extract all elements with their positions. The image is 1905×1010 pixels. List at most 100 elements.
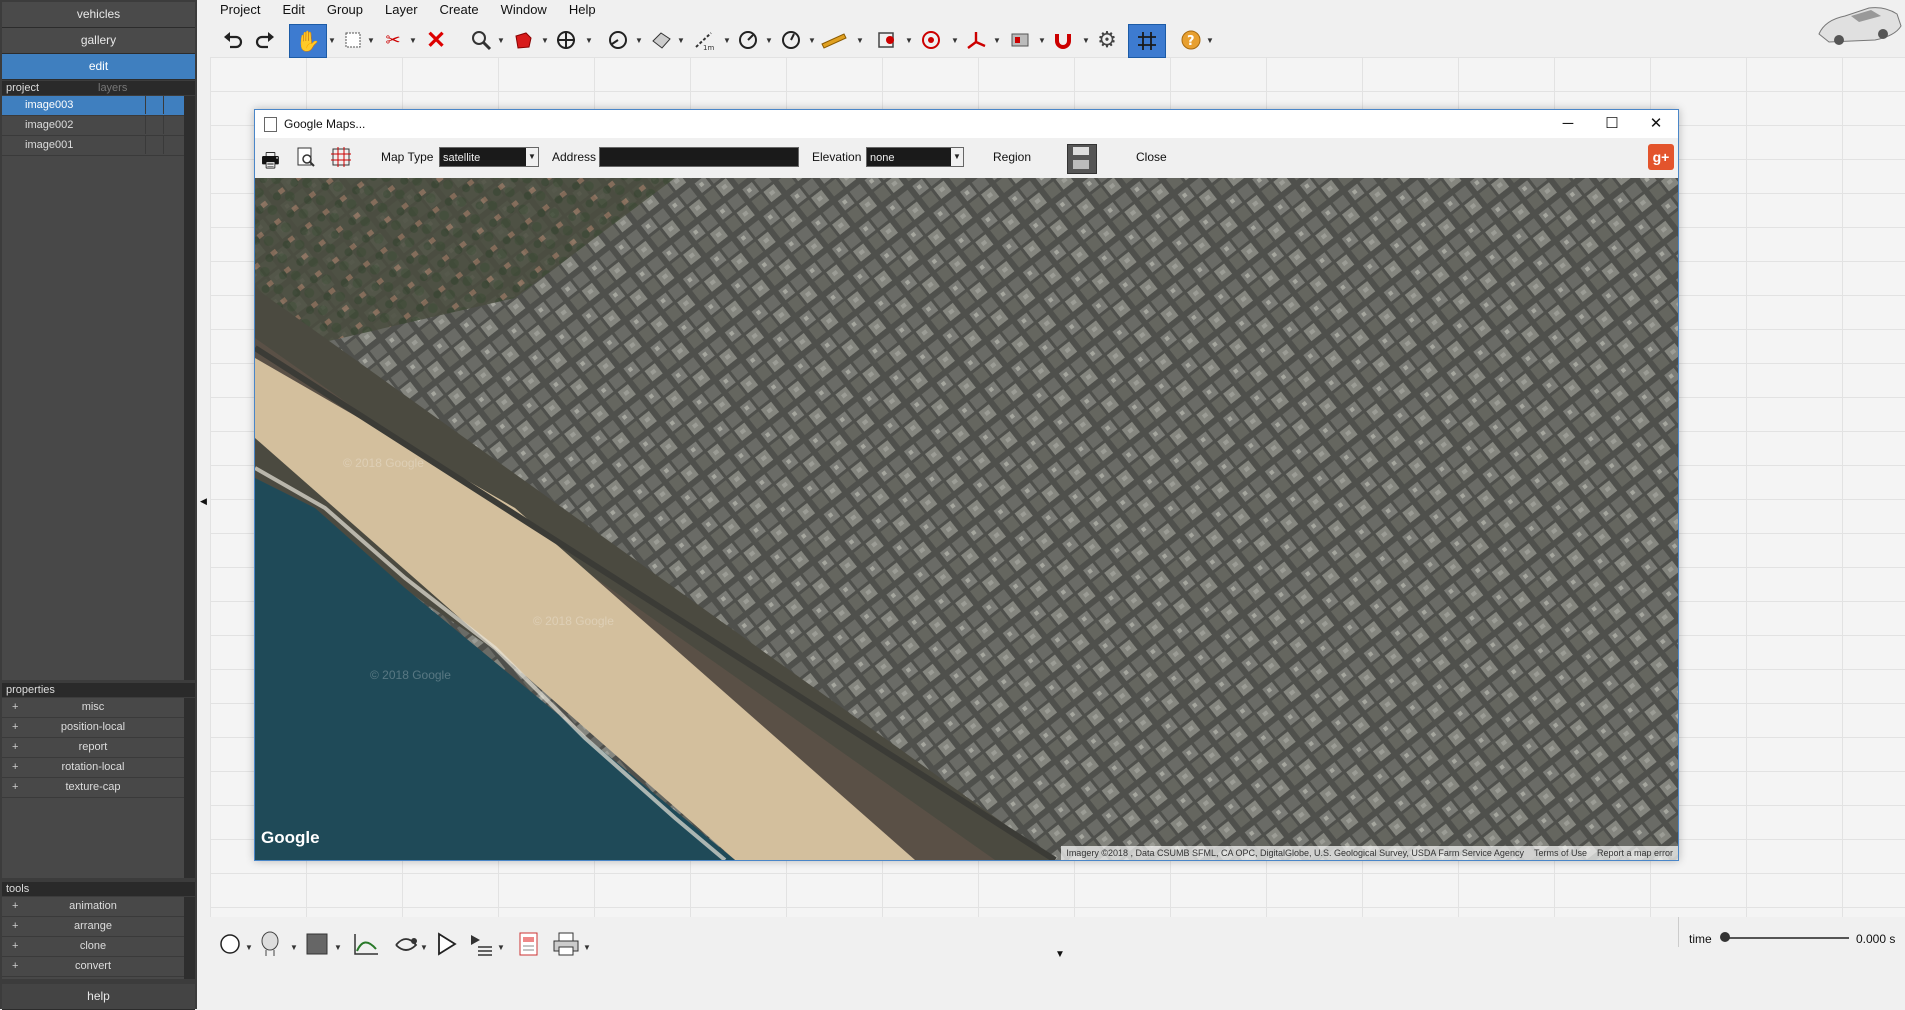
speed-icon[interactable] [773, 24, 809, 56]
area-icon[interactable] [643, 24, 679, 56]
expand-down-icon[interactable]: ▼ [1055, 949, 1065, 960]
panel-splitter[interactable]: ◀ [197, 0, 210, 1009]
image-list: image003 image002 image001 [2, 96, 184, 680]
menu-help[interactable]: Help [569, 0, 596, 20]
time-slider-handle[interactable] [1720, 932, 1730, 942]
map-type-value: satellite [443, 152, 481, 164]
playlist-icon[interactable] [468, 931, 496, 960]
time-control: time 0.000 s [1678, 917, 1905, 947]
terms-link[interactable]: Terms of Use [1529, 848, 1592, 858]
tools-scrollbar[interactable] [184, 897, 195, 979]
left-panel: vehicles gallery edit project layers imag… [0, 0, 197, 1010]
edit-button[interactable]: edit [2, 54, 195, 80]
google-plus-icon[interactable]: g+ [1648, 144, 1674, 170]
svg-text:?: ? [1187, 34, 1195, 49]
target-icon[interactable] [913, 24, 949, 56]
menu-bar: Project Edit Group Layer Create Window Help [210, 0, 1905, 20]
tool-convert[interactable]: + convert [2, 957, 184, 977]
help-icon[interactable]: ? [1173, 24, 1209, 56]
property-texture-cap[interactable]: + texture-cap [2, 778, 184, 798]
list-item-image003[interactable]: image003 [2, 96, 184, 116]
satellite-map[interactable]: © 2018 Google © 2018 Google © 2018 Googl… [255, 178, 1678, 860]
properties-list: + misc + position-local + report + rotation-… [2, 698, 184, 878]
texture-icon[interactable] [1002, 24, 1038, 56]
time-label: time [1689, 932, 1712, 946]
select-rect-icon[interactable] [335, 24, 371, 56]
print-preview-icon[interactable] [296, 146, 316, 171]
save-icon[interactable] [1067, 144, 1097, 174]
maximize-icon[interactable]: ☐ [1590, 110, 1634, 138]
report-error-link[interactable]: Report a map error [1592, 848, 1678, 858]
car-logo-icon [1815, 2, 1903, 48]
list-item-image001[interactable]: image001 [2, 136, 184, 156]
redo-icon[interactable] [247, 24, 283, 56]
gauge-icon[interactable] [730, 24, 766, 56]
color-swatch-icon[interactable] [305, 932, 329, 959]
time-slider[interactable] [1720, 932, 1849, 942]
gallery-button[interactable]: gallery [2, 28, 195, 54]
list-item-image002[interactable]: image002 [2, 116, 184, 136]
print-icon[interactable]: 🖶 [261, 146, 280, 180]
chevron-down-icon: ▼ [526, 148, 538, 166]
menu-create[interactable]: Create [440, 0, 479, 20]
delete-icon[interactable]: ✕ [418, 24, 454, 56]
map-attribution-bar: Imagery ©2018 , Data CSUMB SFML, CA OPC,… [1061, 846, 1678, 860]
mannequin-head-icon[interactable] [258, 930, 284, 961]
tool-arrange[interactable]: + arrange [2, 917, 184, 937]
delete-node-icon[interactable]: ✂ [375, 24, 411, 56]
circle-icon[interactable] [218, 932, 242, 959]
property-misc[interactable]: + misc [2, 698, 184, 718]
pan-hand-icon[interactable]: ✋ [289, 24, 327, 58]
close-button[interactable]: Close [1136, 150, 1167, 164]
menu-edit[interactable]: Edit [282, 0, 304, 20]
address-input[interactable] [599, 147, 799, 167]
elevation-select[interactable]: none ▼ [866, 147, 964, 167]
camera-path-icon[interactable] [392, 931, 420, 960]
settings-gear-icon[interactable]: ⚙ [1089, 24, 1125, 56]
bottom-toolbar: ▼ ▼ ▼ ▼ ▼ ▼ ▼ time 0.000 s [210, 917, 1905, 1009]
graph-icon[interactable] [352, 931, 380, 960]
elevation-label: Elevation [812, 150, 862, 164]
property-rotation-local[interactable]: + rotation-local [2, 758, 184, 778]
map-type-select[interactable]: satellite ▼ [439, 147, 539, 167]
tab-layers[interactable]: layers [98, 81, 190, 95]
google-maps-window: Google Maps... ─ ☐ ✕ 🖶 Map Type satellit… [254, 109, 1679, 861]
window-titlebar[interactable]: Google Maps... ─ ☐ ✕ [255, 110, 1678, 138]
tool-clone[interactable]: + clone [2, 937, 184, 957]
properties-scrollbar[interactable] [184, 698, 195, 878]
target-box-icon[interactable] [869, 24, 905, 56]
collapse-panel-icon[interactable]: ◀ [200, 496, 207, 507]
grid-icon[interactable] [1128, 24, 1166, 58]
vehicles-button[interactable]: vehicles [2, 2, 195, 28]
minimize-icon[interactable]: ─ [1546, 110, 1590, 138]
help-button[interactable]: help [2, 984, 195, 1010]
zoom-icon[interactable] [463, 24, 499, 56]
play-icon[interactable] [434, 931, 458, 960]
menu-window[interactable]: Window [501, 0, 547, 20]
axis-icon[interactable] [958, 24, 994, 56]
shape-3d-icon[interactable] [505, 24, 541, 56]
magnet-icon[interactable] [1045, 24, 1081, 56]
crop-grid-icon[interactable] [330, 146, 352, 171]
property-position-local[interactable]: + position-local [2, 718, 184, 738]
distance-icon[interactable]: 1m [687, 24, 723, 56]
printer-icon[interactable] [552, 931, 580, 960]
tool-label: clone [79, 940, 107, 952]
move-icon[interactable] [548, 24, 584, 56]
menu-project[interactable]: Project [220, 0, 260, 20]
measure-angle-icon[interactable] [600, 24, 636, 56]
menu-group[interactable]: Group [327, 0, 363, 20]
region-button[interactable]: Region [993, 150, 1031, 164]
property-report[interactable]: + report [2, 738, 184, 758]
menu-layer[interactable]: Layer [385, 0, 418, 20]
tool-animation[interactable]: + animation [2, 897, 184, 917]
map-watermark: © 2018 Google [533, 614, 614, 628]
report-icon[interactable] [517, 931, 541, 960]
tool-label: animation [69, 900, 117, 912]
image-list-scrollbar[interactable] [184, 96, 195, 680]
properties-header: properties [2, 683, 195, 697]
close-window-icon[interactable]: ✕ [1634, 110, 1678, 138]
undo-icon[interactable] [215, 24, 251, 56]
tab-project[interactable]: project [6, 81, 98, 95]
ruler-icon[interactable] [816, 24, 852, 56]
